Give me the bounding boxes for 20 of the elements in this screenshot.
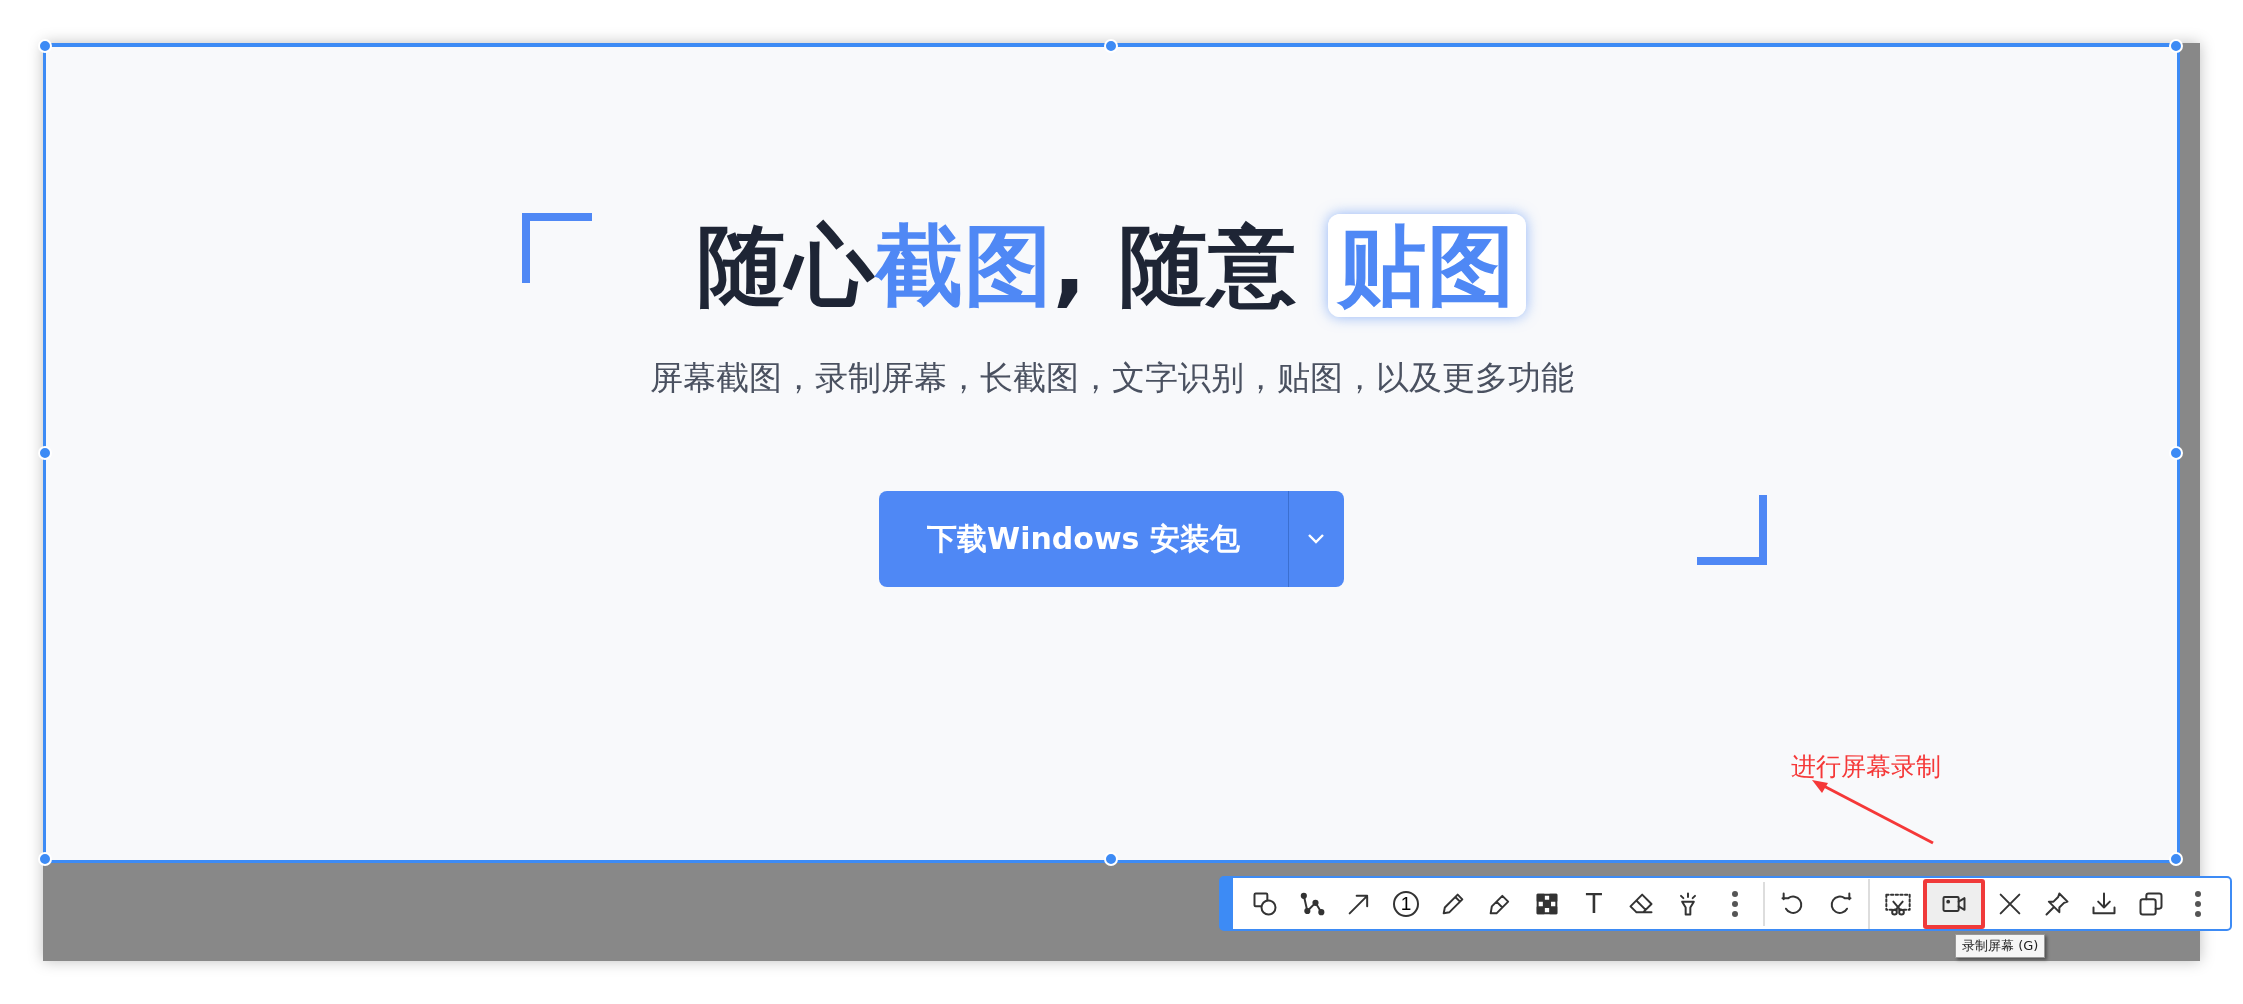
more-icon (1732, 890, 1738, 917)
resize-handle[interactable] (38, 39, 52, 53)
headline: 随心截图, 随意 贴图 (696, 207, 1527, 326)
toolbar-button[interactable]: 1 (1384, 881, 1428, 926)
resize-handle[interactable] (1103, 39, 1118, 53)
more-icon (2195, 890, 2201, 917)
toolbar-button[interactable] (1923, 878, 1985, 929)
annotation-text: 进行屏幕录制 (1791, 751, 1941, 783)
chevron-icon (1307, 533, 1326, 545)
resize-handle[interactable] (2169, 39, 2183, 53)
resize-handle[interactable] (2169, 852, 2183, 866)
resize-handle[interactable] (38, 445, 52, 460)
resize-handle[interactable] (1103, 852, 1118, 866)
subtitle: 屏幕截图，录制屏幕，长截图，文字识别，贴图，以及更多功能 (649, 357, 1574, 399)
tooltip: 录制屏幕 (G) (1955, 934, 2046, 958)
corner-bracket (1697, 495, 1767, 565)
resize-handle[interactable] (2169, 445, 2183, 460)
toolbar-button[interactable]: T (1572, 881, 1616, 926)
resize-handle[interactable] (38, 852, 52, 866)
corner-bracket (522, 213, 592, 283)
